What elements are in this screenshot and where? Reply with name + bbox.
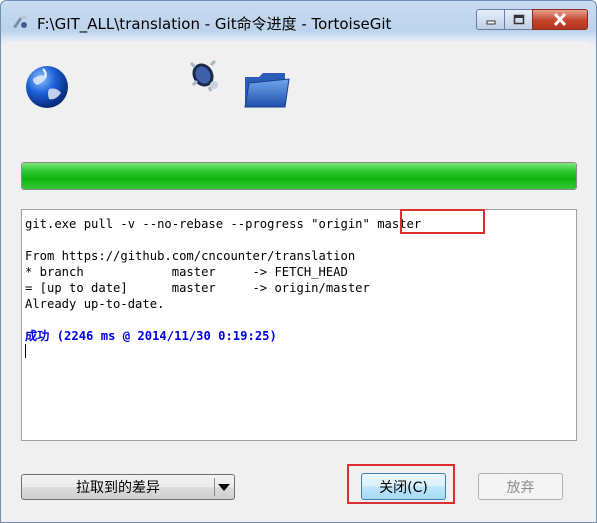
close-window-button[interactable] (532, 9, 588, 30)
close-button[interactable]: 关闭(C) (361, 473, 446, 500)
log-blank-line (25, 232, 576, 248)
minimize-icon (486, 20, 495, 24)
folder-icon (244, 73, 290, 108)
log-blank-line (25, 312, 576, 328)
progress-bar (21, 162, 577, 190)
discard-button[interactable]: 放弃 (478, 473, 563, 500)
command-text: git.exe pull -v --no-rebase --progress "… (25, 217, 378, 231)
minimize-button[interactable] (476, 9, 505, 30)
maximize-icon (513, 14, 524, 25)
branch-highlight-box (400, 209, 485, 234)
log-caret-line (25, 344, 576, 360)
maximize-button[interactable] (504, 9, 533, 30)
tortoisegit-app-icon (13, 15, 27, 28)
text-caret (25, 344, 26, 358)
globe-icon (26, 66, 68, 108)
dropdown-arrow-icon[interactable] (218, 484, 230, 491)
split-button-divider (214, 478, 215, 496)
dialog-client-area: git.exe pull -v --no-rebase --progress "… (9, 41, 588, 516)
pulled-diff-split-button[interactable]: 拉取到的差异 (21, 474, 235, 500)
command-output-log[interactable]: git.exe pull -v --no-rebase --progress "… (21, 209, 577, 441)
log-success-line: 成功 (2246 ms @ 2014/11/30 0:19:25) (25, 328, 576, 344)
title-bar[interactable]: F:\GIT_ALL\translation - Git命令进度 - Torto… (1, 1, 596, 41)
log-line: Already up-to-date. (25, 297, 165, 311)
window-title: F:\GIT_ALL\translation - Git命令进度 - Torto… (37, 15, 392, 33)
progress-bar-fill (22, 163, 576, 189)
log-line: * branch master -> FETCH_HEAD (25, 265, 348, 279)
log-line: = [up to date] master -> origin/master (25, 281, 370, 295)
tortoise-icon (189, 59, 218, 92)
success-label: 成功 (25, 329, 50, 343)
tortoisegit-progress-window: F:\GIT_ALL\translation - Git命令进度 - Torto… (0, 0, 597, 523)
log-command-line: git.exe pull -v --no-rebase --progress "… (25, 216, 576, 232)
close-icon (553, 13, 567, 26)
pulled-diff-button-label[interactable]: 拉取到的差异 (22, 475, 214, 499)
success-detail: (2246 ms @ 2014/11/30 0:19:25) (49, 329, 277, 343)
log-line: From https://github.com/cncounter/transl… (25, 249, 356, 263)
